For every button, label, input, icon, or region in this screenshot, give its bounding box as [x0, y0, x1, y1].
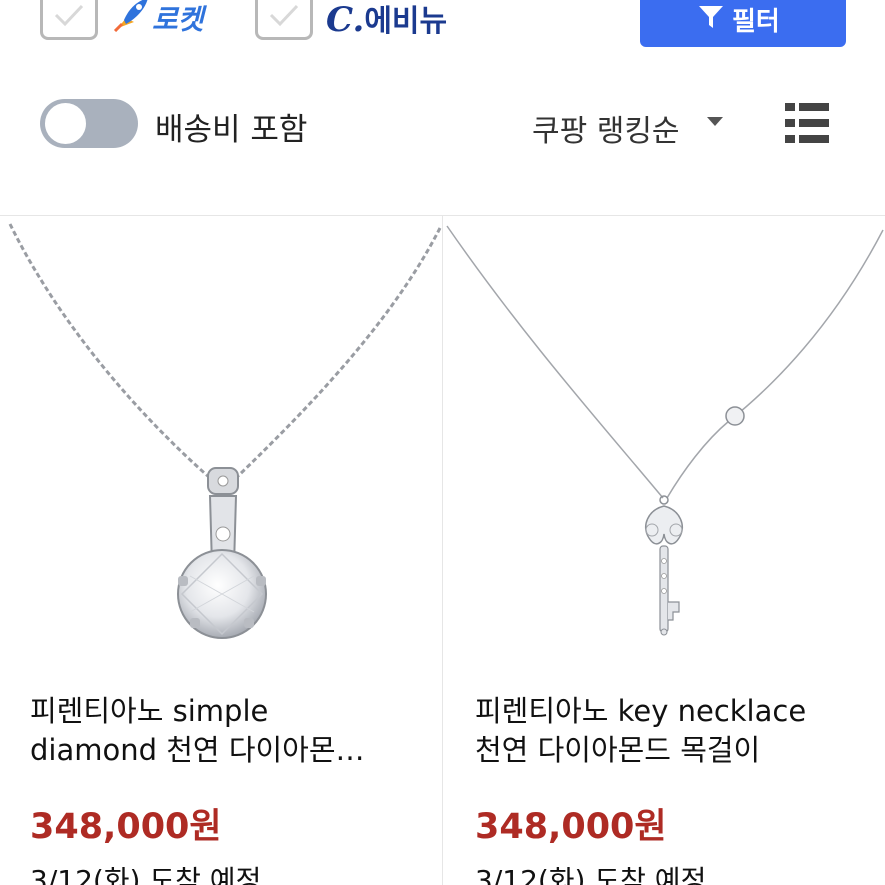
filter-bar: 로켓 C.에비뉴 필터	[0, 0, 885, 48]
product-title-line2: 천연 다이아몬드 목걸이	[475, 733, 761, 767]
rocket-label[interactable]: 로켓	[152, 0, 204, 38]
delivery-date: 3/12(화) 도착 예정	[30, 864, 262, 885]
toggle-knob	[45, 103, 86, 144]
product-image-solitaire-necklace[interactable]	[0, 216, 442, 666]
list-view-icon[interactable]	[785, 103, 829, 143]
shipping-fee-toggle[interactable]	[40, 99, 138, 148]
caret-down-icon[interactable]	[707, 117, 723, 126]
product-card[interactable]: 피렌티아노 simple diamond 천연 다이아몬… 348,000원 3…	[0, 216, 442, 885]
filter-button-label: 필터	[732, 7, 780, 37]
product-title-line1: 피렌티아노 simple	[30, 694, 269, 728]
shipping-fee-toggle-label: 배송비 포함	[155, 112, 308, 148]
product-image-key-necklace[interactable]	[443, 216, 885, 666]
rocket-checkbox[interactable]	[40, 0, 98, 40]
product-price: 348,000원	[475, 807, 667, 847]
c-avenue-label[interactable]: C.에비뉴	[326, 0, 447, 40]
c-avenue-checkbox[interactable]	[255, 0, 313, 40]
check-icon	[54, 4, 84, 27]
rocket-icon	[113, 0, 148, 32]
product-title-line1: 피렌티아노 key necklace	[475, 694, 807, 728]
product-title[interactable]: 피렌티아노 key necklace 천연 다이아몬드 목걸이	[475, 692, 865, 770]
product-card[interactable]: 피렌티아노 key necklace 천연 다이아몬드 목걸이 348,000원…	[443, 216, 885, 885]
c-avenue-prefix: C.	[326, 0, 365, 40]
product-title-line2: diamond 천연 다이아몬…	[30, 733, 365, 767]
funnel-icon	[699, 6, 723, 28]
product-price: 348,000원	[30, 807, 222, 847]
sort-dropdown[interactable]: 쿠팡 랭킹순	[532, 106, 680, 150]
product-title[interactable]: 피렌티아노 simple diamond 천연 다이아몬…	[30, 692, 420, 770]
filter-button[interactable]: 필터	[640, 0, 846, 47]
delivery-date: 3/12(화) 도착 예정	[475, 864, 707, 885]
c-avenue-text: 에비뉴	[364, 4, 448, 39]
check-icon	[269, 4, 299, 27]
